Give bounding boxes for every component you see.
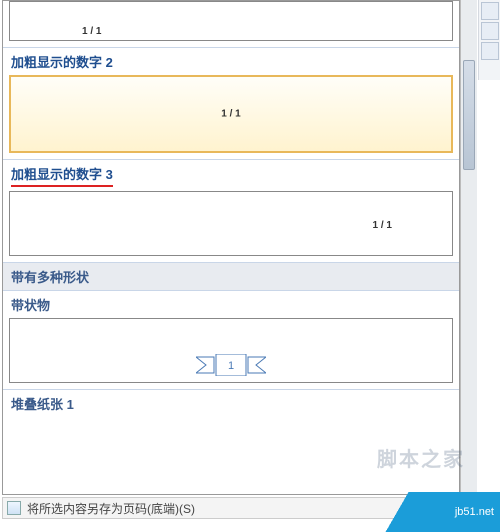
gallery-panel: 1 / 1 加粗显示的数字 2 1 / 1 加粗显示的数字 3 1 / 1 带有… (2, 0, 460, 495)
scrollbar[interactable] (460, 0, 477, 495)
page-number-label: 1 / 1 (373, 220, 392, 231)
section-header-stack: 堆叠纸张 1 (3, 389, 459, 417)
ribbon-tool-icon[interactable] (481, 2, 499, 20)
watermark-text: 脚本之家 (377, 443, 465, 472)
section-header-strip: 带状物 (3, 290, 459, 318)
section-header-bold-3: 加粗显示的数字 3 (11, 164, 113, 187)
ribbon-sidebar (478, 0, 500, 80)
ribbon-shape-icon: 1 (196, 354, 266, 376)
preview-item-1[interactable]: 1 / 1 (9, 1, 453, 41)
ribbon-tool-icon[interactable] (481, 22, 499, 40)
section-header-bold-2: 加粗显示的数字 2 (3, 47, 459, 75)
watermark-footer: jb51.net (380, 492, 500, 532)
preview-item-ribbon[interactable]: 1 (9, 318, 453, 383)
page-number-label: 1 / 1 (221, 109, 240, 120)
save-selection-label: 将所选内容另存为页码(底端)(S) (27, 500, 195, 517)
section-header-shapes: 带有多种形状 (3, 262, 459, 290)
page-number-label: 1 / 1 (82, 26, 101, 37)
preview-item-2-selected[interactable]: 1 / 1 (9, 75, 453, 153)
watermark-url: jb51.net (455, 506, 494, 518)
ribbon-tool-icon[interactable] (481, 42, 499, 60)
document-icon (7, 501, 21, 515)
ribbon-number: 1 (228, 360, 234, 372)
preview-item-3[interactable]: 1 / 1 (9, 191, 453, 256)
scrollbar-thumb[interactable] (463, 60, 475, 170)
